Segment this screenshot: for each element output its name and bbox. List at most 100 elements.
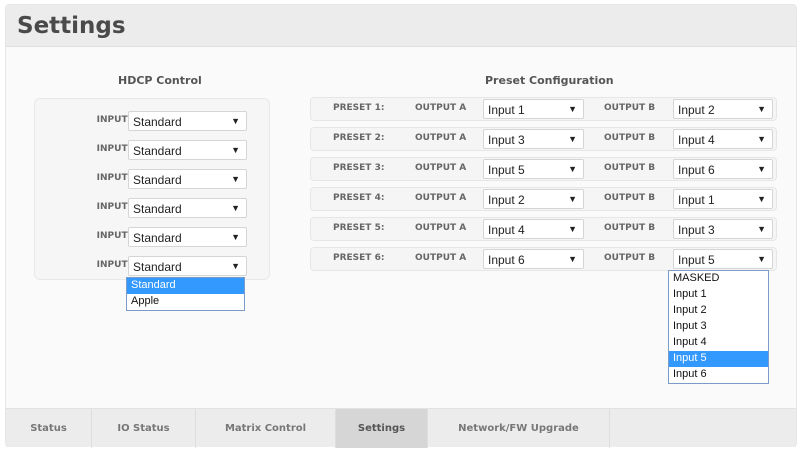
dropdown-arrow-icon: ▼ [568, 194, 577, 204]
hdcp-row-input-4: INPUT 4 Standard ▼ [35, 198, 269, 220]
dropdown-option[interactable]: Input 3 [669, 319, 768, 335]
dropdown-arrow-icon: ▼ [231, 145, 240, 155]
dropdown-arrow-icon: ▼ [757, 164, 766, 174]
preset-3-output-a-value: Input 5 [488, 163, 525, 177]
preset-6-output-a-value: Input 6 [488, 253, 525, 267]
preset-row-6: PRESET 6: OUTPUT A Input 6 ▼ OUTPUT B In… [310, 247, 777, 271]
dropdown-arrow-icon: ▼ [757, 254, 766, 264]
output-b-label: OUTPUT B [604, 163, 656, 173]
page-title: Settings [17, 13, 126, 39]
hdcp-input-6-dropdown-list: Standard Apple [126, 277, 245, 311]
hdcp-input-4-select[interactable]: Standard ▼ [128, 198, 247, 218]
dropdown-option[interactable]: MASKED [669, 271, 768, 287]
preset-section-title: Preset Configuration [485, 74, 614, 87]
dropdown-option[interactable]: Input 6 [669, 367, 768, 383]
preset-4-output-a-select[interactable]: Input 2 ▼ [483, 189, 584, 209]
preset-4-output-a-value: Input 2 [488, 193, 525, 207]
hdcp-row-input-1: INPUT 1 Standard ▼ [35, 111, 269, 133]
hdcp-input-5-select[interactable]: Standard ▼ [128, 227, 247, 247]
output-a-label: OUTPUT A [415, 133, 467, 143]
hdcp-section-title: HDCP Control [118, 74, 202, 87]
preset-row-3: PRESET 3: OUTPUT A Input 5 ▼ OUTPUT B In… [310, 157, 777, 181]
preset-row-5: PRESET 5: OUTPUT A Input 4 ▼ OUTPUT B In… [310, 217, 777, 241]
dropdown-arrow-icon: ▼ [757, 224, 766, 234]
dropdown-option[interactable]: Apple [127, 294, 244, 310]
dropdown-arrow-icon: ▼ [231, 116, 240, 126]
tab-network-fw-upgrade[interactable]: Network/FW Upgrade [428, 409, 610, 448]
hdcp-row-input-6: INPUT 6 Standard ▼ [35, 256, 269, 278]
dropdown-option[interactable]: Input 1 [669, 287, 768, 303]
hdcp-input-5-value: Standard [133, 231, 182, 245]
preset-6-output-b-value: Input 5 [678, 253, 715, 267]
preset-5-output-a-select[interactable]: Input 4 ▼ [483, 219, 584, 239]
tab-settings[interactable]: Settings [336, 409, 428, 448]
hdcp-input-2-select[interactable]: Standard ▼ [128, 140, 247, 160]
hdcp-input-1-select[interactable]: Standard ▼ [128, 111, 247, 131]
preset-1-output-a-select[interactable]: Input 1 ▼ [483, 99, 584, 119]
output-b-label: OUTPUT B [604, 193, 656, 203]
preset-1-output-b-select[interactable]: Input 2 ▼ [673, 99, 773, 119]
dropdown-arrow-icon: ▼ [568, 224, 577, 234]
hdcp-control-panel: INPUT 1 Standard ▼ INPUT 2 Standard ▼ IN… [34, 98, 270, 280]
hdcp-row-input-3: INPUT 3 Standard ▼ [35, 169, 269, 191]
hdcp-input-1-value: Standard [133, 115, 182, 129]
tab-bar: Status IO Status Matrix Control Settings… [6, 408, 796, 448]
dropdown-option[interactable]: Standard [127, 278, 244, 294]
output-b-label: OUTPUT B [604, 133, 656, 143]
hdcp-input-4-value: Standard [133, 202, 182, 216]
output-a-label: OUTPUT A [415, 163, 467, 173]
preset-3-output-b-select[interactable]: Input 6 ▼ [673, 159, 773, 179]
dropdown-arrow-icon: ▼ [231, 203, 240, 213]
preset-2-output-a-select[interactable]: Input 3 ▼ [483, 129, 584, 149]
dropdown-arrow-icon: ▼ [757, 194, 766, 204]
hdcp-input-2-value: Standard [133, 144, 182, 158]
preset-1-output-b-value: Input 2 [678, 103, 715, 117]
dropdown-arrow-icon: ▼ [757, 134, 766, 144]
dropdown-option[interactable]: Input 4 [669, 335, 768, 351]
title-bar: Settings [6, 5, 796, 47]
preset-6-output-b-select[interactable]: Input 5 ▼ [673, 249, 773, 269]
preset-label: PRESET 6: [333, 253, 385, 263]
hdcp-input-6-select[interactable]: Standard ▼ [128, 256, 247, 276]
dropdown-arrow-icon: ▼ [231, 174, 240, 184]
preset-6-output-a-select[interactable]: Input 6 ▼ [483, 249, 584, 269]
dropdown-arrow-icon: ▼ [568, 254, 577, 264]
preset-3-output-b-value: Input 6 [678, 163, 715, 177]
settings-window: Settings HDCP Control INPUT 1 Standard ▼… [5, 4, 797, 448]
tab-io-status[interactable]: IO Status [92, 409, 196, 448]
preset-label: PRESET 2: [333, 133, 385, 143]
dropdown-arrow-icon: ▼ [231, 232, 240, 242]
preset-5-output-b-select[interactable]: Input 3 ▼ [673, 219, 773, 239]
dropdown-arrow-icon: ▼ [568, 104, 577, 114]
preset-4-output-b-select[interactable]: Input 1 ▼ [673, 189, 773, 209]
preset-label: PRESET 1: [333, 103, 385, 113]
dropdown-arrow-icon: ▼ [757, 104, 766, 114]
preset-4-output-b-value: Input 1 [678, 193, 715, 207]
dropdown-arrow-icon: ▼ [231, 261, 240, 271]
preset-6-output-b-dropdown-list: MASKED Input 1 Input 2 Input 3 Input 4 I… [668, 270, 769, 384]
preset-2-output-b-value: Input 4 [678, 133, 715, 147]
hdcp-input-6-value: Standard [133, 260, 182, 274]
output-b-label: OUTPUT B [604, 223, 656, 233]
preset-2-output-b-select[interactable]: Input 4 ▼ [673, 129, 773, 149]
preset-label: PRESET 3: [333, 163, 385, 173]
preset-row-4: PRESET 4: OUTPUT A Input 2 ▼ OUTPUT B In… [310, 187, 777, 211]
tab-status[interactable]: Status [6, 409, 92, 448]
preset-label: PRESET 5: [333, 223, 385, 233]
output-a-label: OUTPUT A [415, 223, 467, 233]
dropdown-option[interactable]: Input 2 [669, 303, 768, 319]
output-a-label: OUTPUT A [415, 193, 467, 203]
hdcp-input-3-select[interactable]: Standard ▼ [128, 169, 247, 189]
output-b-label: OUTPUT B [604, 253, 656, 263]
preset-5-output-a-value: Input 4 [488, 223, 525, 237]
tab-matrix-control[interactable]: Matrix Control [196, 409, 336, 448]
output-b-label: OUTPUT B [604, 103, 656, 113]
dropdown-arrow-icon: ▼ [568, 134, 577, 144]
preset-3-output-a-select[interactable]: Input 5 ▼ [483, 159, 584, 179]
preset-row-2: PRESET 2: OUTPUT A Input 3 ▼ OUTPUT B In… [310, 127, 777, 151]
preset-5-output-b-value: Input 3 [678, 223, 715, 237]
dropdown-arrow-icon: ▼ [568, 164, 577, 174]
preset-2-output-a-value: Input 3 [488, 133, 525, 147]
dropdown-option[interactable]: Input 5 [669, 351, 768, 367]
output-a-label: OUTPUT A [415, 103, 467, 113]
